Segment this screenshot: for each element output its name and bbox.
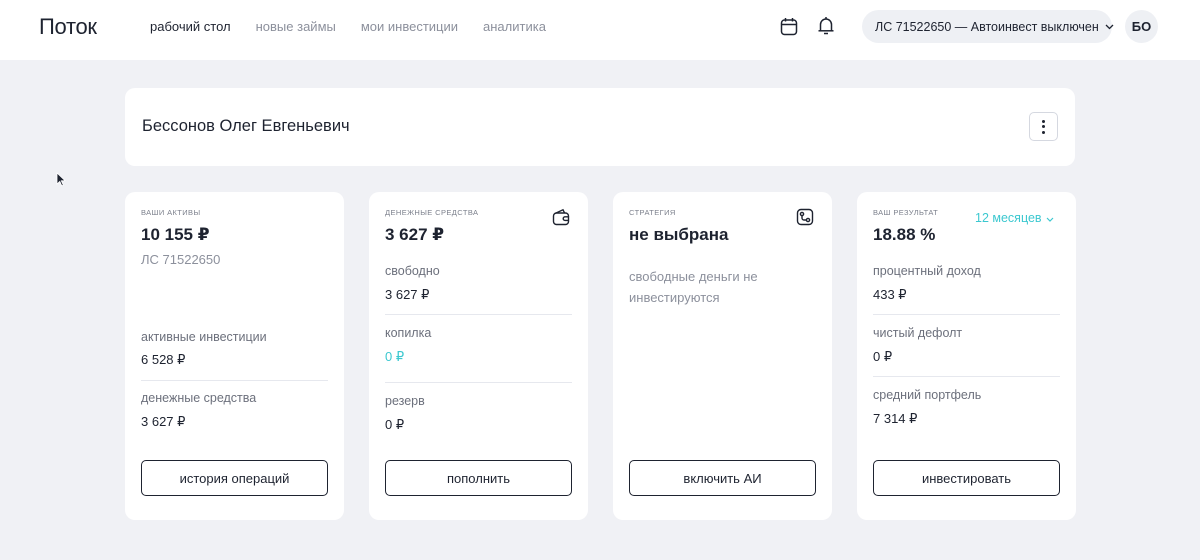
free-label: свободно [385,264,440,278]
average-portfolio-value: 7 314 ₽ [873,411,918,426]
cash-card-title: денежные средства [385,208,479,217]
divider [385,314,572,315]
strategy-icon[interactable] [796,208,814,231]
cash-total: 3 627 ₽ [385,225,445,244]
profile-name: Бессонов Олег Евгеньевич [142,117,350,135]
calendar-icon[interactable] [779,15,799,37]
kebab-dot-icon [1042,125,1045,128]
enable-autoinvest-button[interactable]: включить АИ [629,460,816,496]
cash-value: 3 627 ₽ [141,414,186,429]
assets-card-title: ваши активы [141,208,201,217]
piggy-value[interactable]: 0 ₽ [385,349,404,365]
top-up-button[interactable]: пополнить [385,460,572,496]
nav-item-my-investments[interactable]: мои инвестиции [361,19,458,34]
period-selector-label: 12 месяцев [975,211,1042,225]
main-nav: рабочий стол новые займы мои инвестиции … [150,19,546,34]
strategy-card: стратегия не выбрана свободные деньги не… [613,192,832,520]
interest-income-value: 433 ₽ [873,287,907,302]
bell-icon[interactable] [816,15,836,37]
account-number: ЛС 71522650 [141,252,221,267]
active-investments-label: активные инвестиции [141,330,267,344]
more-menu-button[interactable] [1029,112,1058,141]
period-selector[interactable]: 12 месяцев [975,211,1054,225]
divider [873,376,1060,377]
assets-card: ваши активы 10 155 ₽ ЛС 71522650 активны… [125,192,344,520]
chevron-down-icon [1105,24,1114,30]
result-card-title: ваш результат [873,208,939,217]
cash-card: денежные средства 3 627 ₽ свободно 3 627… [369,192,588,520]
divider [873,314,1060,315]
strategy-value: не выбрана [629,225,729,244]
strategy-card-title: стратегия [629,208,676,217]
logo[interactable]: Поток [39,14,97,40]
divider [385,382,572,383]
nav-item-new-loans[interactable]: новые займы [256,19,336,34]
kebab-dot-icon [1042,119,1045,123]
reserve-value: 0 ₽ [385,417,405,432]
net-default-value: 0 ₽ [873,349,893,364]
active-investments-value: 6 528 ₽ [141,352,186,367]
piggy-label: копилка [385,326,432,340]
kebab-dot-icon [1042,130,1045,134]
divider [141,380,328,381]
avatar[interactable]: БО [1125,10,1158,43]
nav-item-analytics[interactable]: аналитика [483,19,546,34]
interest-income-label: процентный доход [873,264,981,278]
top-header: Поток рабочий стол новые займы мои инвес… [0,0,1200,60]
cash-label: денежные средства [141,391,257,405]
result-percent: 18.88 % [873,225,936,244]
assets-total: 10 155 ₽ [141,225,210,244]
nav-item-dashboard[interactable]: рабочий стол [150,19,231,34]
strategy-description: свободные деньги не инвестируются [629,269,758,305]
invest-button[interactable]: инвестировать [873,460,1060,496]
account-selector-label: ЛС 71522650 — Автоинвест выключен [875,19,1099,34]
operations-history-button[interactable]: история операций [141,460,328,496]
net-default-label: чистый дефолт [873,326,963,340]
wallet-icon[interactable] [552,208,570,231]
profile-card: Бессонов Олег Евгеньевич [125,88,1075,166]
free-value: 3 627 ₽ [385,287,430,302]
reserve-label: резерв [385,394,425,408]
average-portfolio-label: средний портфель [873,388,982,402]
mouse-cursor-icon [56,172,66,192]
chevron-down-icon [1046,211,1054,225]
account-selector[interactable]: ЛС 71522650 — Автоинвест выключен [862,10,1114,43]
result-card: ваш результат 12 месяцев 18.88 % процент… [857,192,1076,520]
